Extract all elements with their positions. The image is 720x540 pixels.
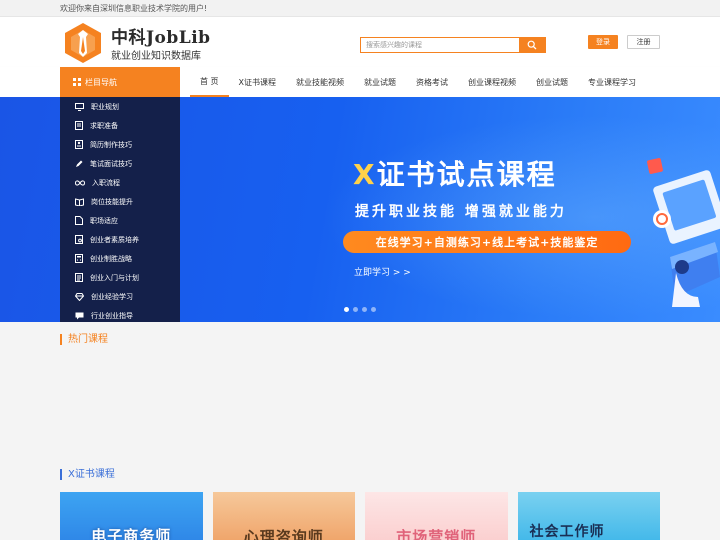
sidebar-item-founder-quality[interactable]: 创业者素质培养 (60, 230, 180, 249)
course-card-title: 心理咨询师 (243, 528, 324, 540)
nav-link-major-course[interactable]: 专业课程学习 (578, 67, 646, 97)
hot-courses-heading: 热门课程 (60, 334, 108, 345)
category-icon (73, 78, 81, 86)
sidebar-item-industry[interactable]: 行业创业指导 (60, 306, 180, 322)
sidebar-item-job-prep[interactable]: 求职准备 (60, 116, 180, 135)
header: 中科JobLib 就业创业知识数据库 登录 注册 (0, 17, 720, 67)
calculator-icon (75, 254, 83, 263)
nav-link-employment-test[interactable]: 就业试题 (354, 67, 406, 97)
course-card[interactable]: 市场营销师 (365, 492, 508, 540)
sidebar-item-label: 笔试面试技巧 (90, 159, 132, 168)
x-cert-cards: 电子商务师 心理咨询师 市场营销师 社会工作师 (60, 492, 660, 540)
sidebar-item-label: 行业创业指导 (91, 311, 133, 320)
sidebar-item-label: 简历制作技巧 (90, 140, 132, 149)
x-cert-heading: X证书课程 (60, 469, 115, 480)
sidebar-item-startup-plan[interactable]: 创业入门与计划 (60, 268, 180, 287)
diamond-icon (75, 292, 84, 301)
sidebar-item-label: 职场适应 (90, 216, 118, 225)
sidebar-item-label: 创业经验学习 (91, 292, 133, 301)
pen-icon (76, 160, 83, 167)
banner-learn-link[interactable]: 立即学习 > > (354, 265, 411, 278)
course-card[interactable]: 社会工作师 (517, 492, 660, 540)
nav-links: 首 页 X证书课程 就业技能视频 就业试题 资格考试 创业课程视频 创业试题 专… (190, 67, 646, 97)
nav-link-x-cert[interactable]: X证书课程 (229, 67, 286, 97)
page-icon (75, 216, 83, 225)
course-card-title: 市场营销师 (396, 528, 477, 540)
top-bar: 欢迎你来自深圳信息职业技术学院的用户! (0, 0, 720, 17)
banner-illustration (647, 158, 720, 307)
monitor-icon (75, 102, 84, 111)
logo-title[interactable]: 中科JobLib (111, 23, 211, 48)
sidebar-item-label: 岗位技能提升 (91, 197, 133, 206)
nav-link-startup-video[interactable]: 创业课程视频 (458, 67, 526, 97)
book-icon (75, 197, 84, 206)
category-nav-header[interactable]: 栏目导航 (60, 67, 180, 97)
carousel-dot[interactable] (353, 307, 358, 312)
search-box (360, 37, 546, 53)
nav-link-employment-video[interactable]: 就业技能视频 (286, 67, 354, 97)
resume-icon (75, 140, 83, 149)
sidebar-item-strategy[interactable]: 创业制胜战略 (60, 249, 180, 268)
sidebar-item-onboarding[interactable]: 入职流程 (60, 173, 180, 192)
nav-link-startup-test[interactable]: 创业试题 (526, 67, 578, 97)
logo-subtitle: 就业创业知识数据库 (111, 51, 201, 62)
carousel-dot[interactable] (362, 307, 367, 312)
sidebar-item-resume[interactable]: 简历制作技巧 (60, 135, 180, 154)
list-icon (75, 273, 83, 282)
sidebar-item-label: 求职准备 (90, 121, 118, 130)
course-card-title: 社会工作师 (529, 524, 605, 540)
infinity-icon (75, 179, 85, 186)
banner-title: X证书试点课程 (353, 158, 557, 191)
search-button[interactable] (519, 38, 545, 52)
search-icon (527, 40, 537, 50)
register-button[interactable]: 注册 (627, 35, 660, 49)
sidebar-item-label: 入职流程 (92, 178, 120, 187)
course-card[interactable]: 心理咨询师 (212, 492, 355, 540)
sidebar-item-skill-up[interactable]: 岗位技能提升 (60, 192, 180, 211)
main-nav: 栏目导航 首 页 X证书课程 就业技能视频 就业试题 资格考试 创业课程视频 创… (0, 67, 720, 97)
banner-features: 在线学习+自测练习+线上考试+技能鉴定 (343, 231, 631, 253)
category-sidebar: 职业规划 求职准备 简历制作技巧 笔试面试技巧 入职流程 岗位技能提升 职场适应… (60, 97, 180, 322)
nav-link-home[interactable]: 首 页 (190, 67, 229, 97)
carousel-dot[interactable] (371, 307, 376, 312)
login-button[interactable]: 登录 (588, 35, 618, 49)
course-card-title: 电子商务师 (91, 527, 172, 540)
chat-icon (75, 312, 84, 319)
sidebar-item-label: 创业者素质培养 (90, 235, 139, 244)
sidebar-item-label: 职业规划 (91, 102, 119, 111)
carousel-dot[interactable] (344, 307, 349, 312)
category-nav-label: 栏目导航 (85, 77, 117, 87)
sidebar-item-workplace[interactable]: 职场适应 (60, 211, 180, 230)
sidebar-item-label: 创业制胜战略 (90, 254, 132, 263)
banner-subtitle: 提升职业技能 增强就业能力 (355, 204, 567, 220)
search-input[interactable] (361, 38, 521, 52)
welcome-text: 欢迎你来自深圳信息职业技术学院的用户! (60, 4, 208, 13)
carousel-dots (344, 307, 376, 312)
course-card[interactable]: 电子商务师 (60, 492, 203, 540)
sidebar-item-career-planning[interactable]: 职业规划 (60, 97, 180, 116)
sidebar-item-interview[interactable]: 笔试面试技巧 (60, 154, 180, 173)
sidebar-item-label: 创业入门与计划 (90, 273, 139, 282)
certificate-icon (75, 235, 83, 244)
nav-link-qualification[interactable]: 资格考试 (406, 67, 458, 97)
document-icon (75, 121, 83, 130)
sidebar-item-experience[interactable]: 创业经验学习 (60, 287, 180, 306)
logo-icon[interactable] (62, 21, 104, 65)
